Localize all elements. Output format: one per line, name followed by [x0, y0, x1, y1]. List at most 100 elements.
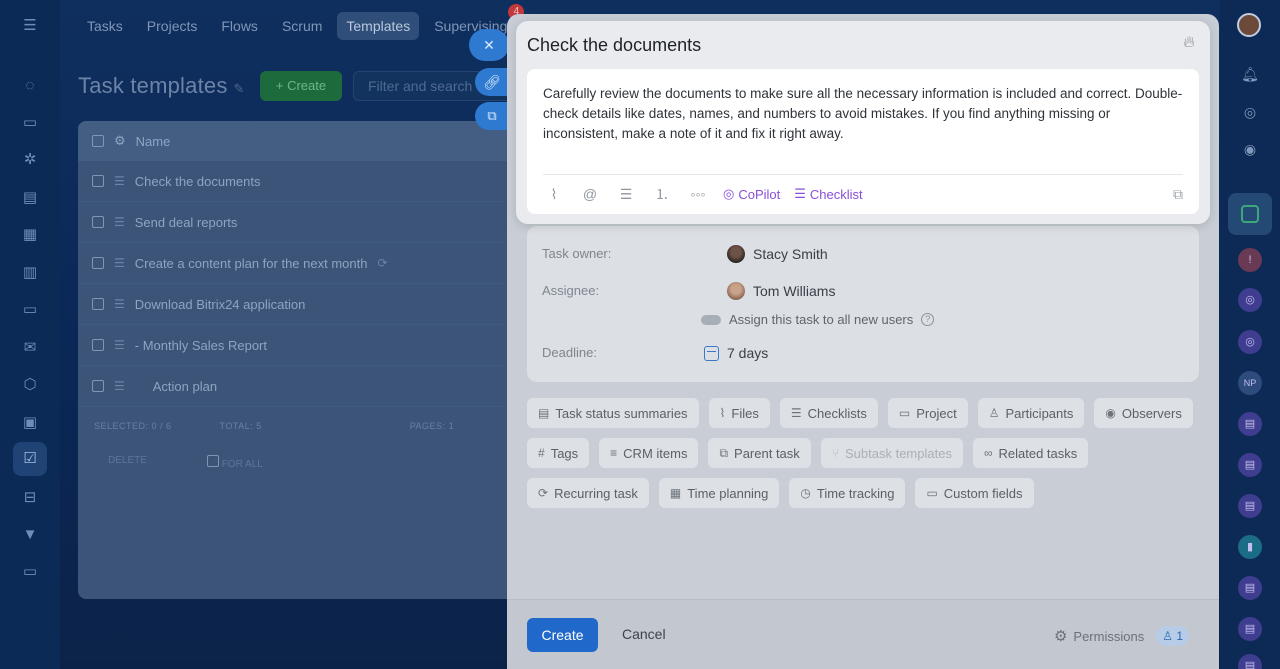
document-icon[interactable]: ▤: [1238, 453, 1262, 477]
permissions-button[interactable]: ⚙ Permissions ♙ 1: [1054, 626, 1189, 646]
storage-icon[interactable]: ▭: [20, 300, 40, 320]
chip-crm-items[interactable]: ≡ CRM items: [599, 438, 699, 468]
tab-tasks[interactable]: Tasks: [78, 12, 132, 40]
numbered-list-icon[interactable]: ⒈: [651, 184, 673, 204]
copilot-button[interactable]: ◎ CoPilot: [723, 186, 780, 202]
copilot-chat-icon[interactable]: ◎: [1238, 330, 1262, 354]
flame-icon[interactable]: 🔥︎: [1183, 34, 1195, 52]
table-row[interactable]: ☰ Check the documents: [78, 161, 518, 202]
chip-observers[interactable]: ◉ Observers: [1094, 398, 1193, 428]
table-row[interactable]: ☰ Action plan: [78, 366, 518, 407]
table-row[interactable]: ☰ Send deal reports: [78, 202, 518, 243]
table-row[interactable]: ☰ Create a content plan for the next mont…: [78, 243, 518, 284]
cancel-button[interactable]: Cancel: [622, 626, 666, 642]
user-avatar[interactable]: [1237, 13, 1261, 37]
more-icon[interactable]: ◦◦◦: [687, 186, 709, 202]
calendar-icon[interactable]: ▦: [20, 225, 40, 245]
menu-icon[interactable]: ☰: [114, 338, 125, 352]
mention-icon[interactable]: @: [579, 186, 601, 202]
bell-icon[interactable]: 🔔︎: [1238, 62, 1262, 86]
row-checkbox[interactable]: [92, 380, 104, 392]
delete-button[interactable]: DELETE: [108, 455, 147, 470]
task-owner-name[interactable]: Stacy Smith: [753, 246, 828, 262]
chat-icon[interactable]: ◌: [20, 76, 40, 96]
row-title[interactable]: Create a content plan for the next month: [135, 256, 368, 271]
copilot-chat-icon[interactable]: ◎: [1238, 288, 1262, 312]
column-name-header[interactable]: Name: [136, 134, 171, 149]
expand-editor-icon[interactable]: ⧉: [1173, 186, 1183, 203]
chip-project[interactable]: ▭ Project: [887, 398, 968, 428]
row-title[interactable]: Check the documents: [135, 174, 261, 189]
task-title-input[interactable]: Check the documents: [527, 35, 701, 56]
menu-icon[interactable]: ☰: [114, 256, 125, 270]
document-icon[interactable]: ▤: [20, 188, 40, 208]
deadline-field[interactable]: 7 days: [704, 345, 768, 361]
row-checkbox[interactable]: [92, 298, 104, 310]
assign-all-toggle[interactable]: [701, 314, 721, 325]
row-title[interactable]: Send deal reports: [135, 215, 238, 230]
chip-checklists[interactable]: ☰ Checklists: [779, 398, 878, 428]
alert-icon[interactable]: !: [1238, 248, 1262, 272]
document-icon[interactable]: ▤: [1238, 576, 1262, 600]
assignee-field[interactable]: Tom Williams: [727, 282, 835, 300]
chip-parent-task[interactable]: ⧉ Parent task: [708, 438, 811, 468]
menu-icon[interactable]: ☰: [114, 215, 125, 229]
chip-time-planning[interactable]: ▦ Time planning: [658, 478, 780, 508]
description-editor[interactable]: Carefully review the documents to make s…: [527, 69, 1199, 214]
row-title[interactable]: Action plan: [135, 379, 217, 394]
file-icon[interactable]: ▥: [20, 263, 40, 283]
help-icon[interactable]: ?: [921, 313, 935, 326]
menu-icon[interactable]: ☰: [114, 174, 125, 188]
chip-related-tasks[interactable]: ∞ Related tasks: [972, 438, 1089, 468]
task-description[interactable]: Carefully review the documents to make s…: [543, 84, 1183, 144]
attach-icon[interactable]: ⌇: [543, 186, 565, 203]
bookmark-icon[interactable]: ▮: [1238, 535, 1262, 559]
tab-templates[interactable]: Templates: [337, 12, 420, 40]
copilot-icon[interactable]: ◎: [1238, 100, 1262, 124]
chip-time-tracking[interactable]: ◷ Time tracking: [789, 478, 906, 508]
create-template-button[interactable]: + Create: [260, 71, 342, 101]
row-checkbox[interactable]: [92, 216, 104, 228]
row-checkbox[interactable]: [92, 175, 104, 187]
table-row[interactable]: ☰ Download Bitrix24 application: [78, 284, 518, 325]
filter-icon[interactable]: ▼: [20, 525, 40, 545]
chip-task-status-summaries[interactable]: ▤ Task status summaries: [527, 398, 699, 428]
bag-icon[interactable]: ⊟: [20, 488, 40, 508]
external-link-icon[interactable]: ⧉: [475, 102, 509, 130]
board-icon[interactable]: ▣: [20, 413, 40, 433]
tasks-widget-icon[interactable]: [1228, 193, 1272, 235]
menu-icon[interactable]: ☰: [114, 379, 125, 393]
chat-bubble-icon[interactable]: ◉: [1238, 137, 1262, 161]
chip-custom-fields[interactable]: ▭ Custom fields: [915, 478, 1034, 508]
table-row[interactable]: ☰ - Monthly Sales Report: [78, 325, 518, 366]
tab-scrum[interactable]: Scrum: [273, 12, 331, 40]
document-icon[interactable]: ▤: [1238, 412, 1262, 436]
for-all-checkbox[interactable]: FOR ALL: [206, 455, 263, 470]
row-title[interactable]: Download Bitrix24 application: [135, 297, 306, 312]
tab-projects[interactable]: Projects: [138, 12, 207, 40]
messages-icon[interactable]: ▭: [20, 113, 40, 133]
deadline-value[interactable]: 7 days: [727, 345, 768, 361]
bulleted-list-icon[interactable]: ☰: [615, 186, 637, 203]
select-all-checkbox[interactable]: [92, 135, 104, 147]
pin-icon[interactable]: ✎: [234, 81, 245, 96]
cart-icon[interactable]: ▭: [20, 562, 40, 582]
row-checkbox[interactable]: [92, 339, 104, 351]
mail-icon[interactable]: ✉: [20, 338, 40, 358]
for-all-box[interactable]: [206, 455, 219, 467]
menu-icon[interactable]: ☰: [114, 297, 125, 311]
sites-icon[interactable]: ⬡: [20, 375, 40, 395]
settings-icon[interactable]: ✲: [20, 150, 40, 170]
tasks-icon[interactable]: ☑: [13, 442, 47, 476]
document-icon[interactable]: ▤: [1238, 654, 1262, 669]
chip-files[interactable]: ⌇ Files: [708, 398, 770, 428]
close-icon[interactable]: ✕: [469, 29, 509, 61]
assignee-name[interactable]: Tom Williams: [753, 283, 835, 299]
checklist-button[interactable]: ☰ Checklist: [794, 186, 862, 202]
np-avatar-icon[interactable]: NP: [1238, 371, 1262, 395]
gear-icon[interactable]: ⚙: [114, 133, 126, 149]
document-icon[interactable]: ▤: [1238, 494, 1262, 518]
row-checkbox[interactable]: [92, 257, 104, 269]
chip-tags[interactable]: # Tags: [527, 438, 590, 468]
tab-flows[interactable]: Flows: [212, 12, 267, 40]
